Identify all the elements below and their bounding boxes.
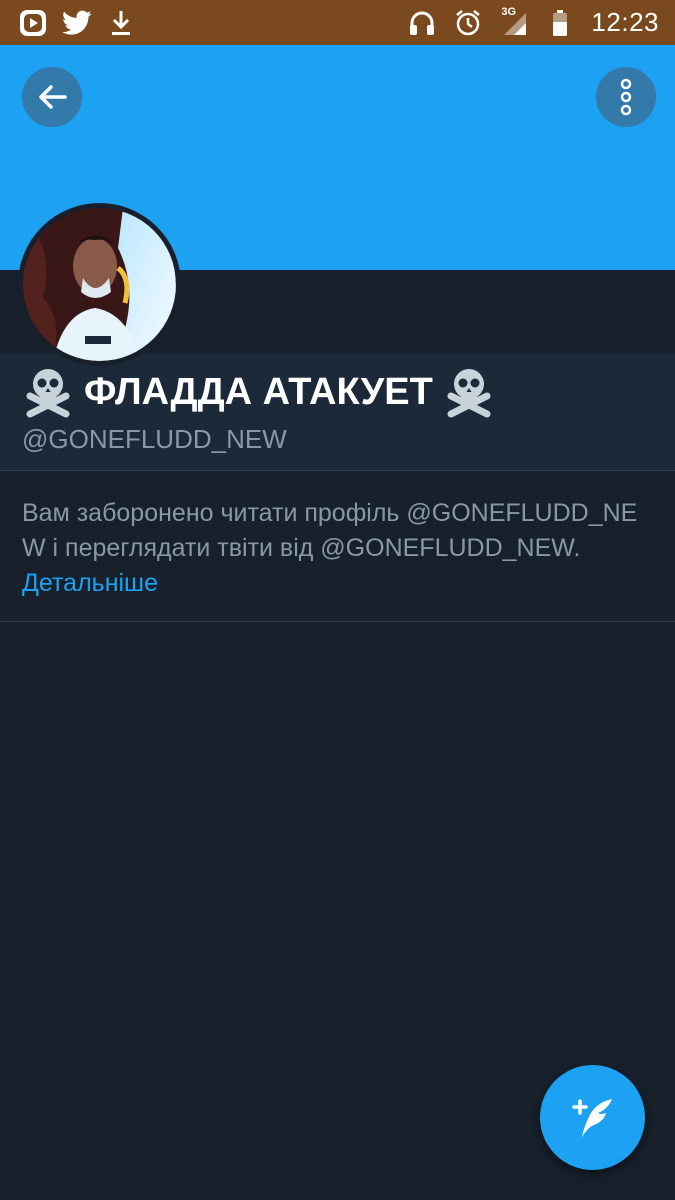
profile-display-name: ФЛАДДА АТАКУЕТ <box>22 366 495 418</box>
profile-avatar[interactable] <box>18 203 181 366</box>
skull-crossbones-icon <box>26 369 70 418</box>
avatar-photo <box>23 208 176 361</box>
status-right-icons: 3G 12:23 <box>407 5 675 38</box>
display-name-text: ФЛАДДА АТАКУЕТ <box>84 370 433 413</box>
video-player-icon <box>18 8 48 38</box>
clock: 12:23 <box>591 7 659 37</box>
blocked-message: Вам заборонено читати профіль @GONEFLUDD… <box>22 499 638 562</box>
arrow-left-icon <box>39 85 67 109</box>
profile-handle: @GONEFLUDD_NEW <box>22 424 287 454</box>
compose-tweet-button[interactable] <box>540 1065 645 1170</box>
compose-tweet-icon <box>571 1098 612 1137</box>
network-type-label: 3G <box>501 5 517 18</box>
status-bar: 3G 12:23 <box>0 0 675 45</box>
more-options-button[interactable] <box>596 67 656 127</box>
back-button[interactable] <box>22 67 82 127</box>
download-icon <box>106 8 136 38</box>
headphones-icon <box>407 8 437 38</box>
battery-icon <box>545 8 575 38</box>
status-left-icons <box>0 8 136 38</box>
signal-icon: 3G <box>499 5 529 38</box>
alarm-icon <box>453 8 483 38</box>
skull-crossbones-icon <box>447 369 491 418</box>
twitter-bird-icon <box>62 8 92 38</box>
more-vertical-icon <box>620 78 632 116</box>
learn-more-link[interactable]: Детальніше <box>22 566 158 601</box>
